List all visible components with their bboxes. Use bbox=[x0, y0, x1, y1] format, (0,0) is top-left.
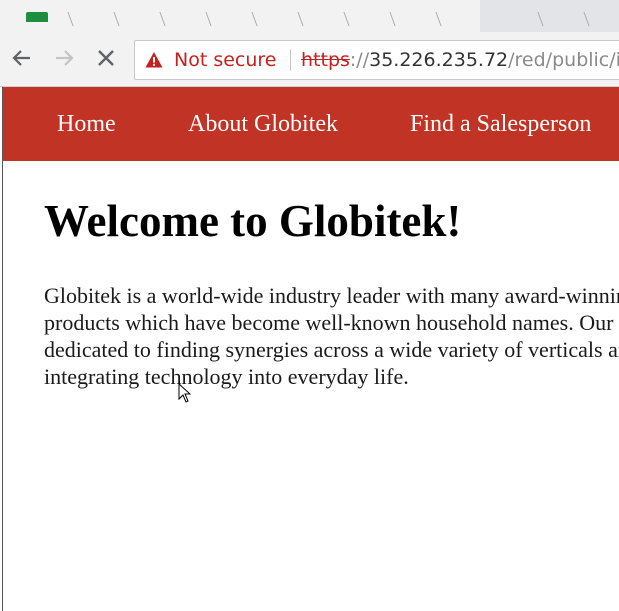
page-title: Welcome to Globitek! bbox=[44, 196, 462, 246]
tab-separator bbox=[537, 12, 544, 26]
url-scheme: https bbox=[301, 49, 350, 71]
site-navbar: Home About Globitek Find a Salesperson bbox=[3, 87, 619, 161]
warning-icon bbox=[145, 52, 163, 68]
tab-strip bbox=[0, 0, 619, 32]
forward-arrow-icon bbox=[56, 50, 74, 66]
forward-button[interactable] bbox=[48, 42, 80, 74]
active-tab[interactable] bbox=[0, 0, 480, 32]
browser-toolbar: Not secure https://35.226.235.72/red/pub… bbox=[0, 32, 619, 87]
address-bar[interactable]: Not secure https://35.226.235.72/red/pub… bbox=[134, 40, 619, 80]
url-separator: :// bbox=[349, 49, 370, 71]
security-indicator[interactable]: Not secure bbox=[174, 49, 277, 71]
url-path: /red/public/in bbox=[508, 49, 619, 71]
url-text[interactable]: https://35.226.235.72/red/public/in bbox=[301, 49, 619, 71]
favicon-icon bbox=[26, 12, 48, 22]
stop-loading-button[interactable] bbox=[90, 42, 122, 74]
nav-find-salesperson-link[interactable]: Find a Salesperson bbox=[410, 111, 591, 138]
back-arrow-icon bbox=[12, 50, 30, 66]
intro-paragraph: Globitek is a world-wide industry leader… bbox=[44, 283, 619, 389]
nav-about-link[interactable]: About Globitek bbox=[188, 111, 338, 138]
tab-separator bbox=[583, 12, 590, 26]
nav-home-link[interactable]: Home bbox=[57, 111, 116, 138]
close-icon bbox=[98, 50, 114, 66]
back-button[interactable] bbox=[6, 42, 38, 74]
mouse-cursor-icon bbox=[178, 383, 192, 403]
page-viewport: Home About Globitek Find a Salesperson W… bbox=[2, 87, 619, 611]
url-host: 35.226.235.72 bbox=[369, 49, 509, 71]
omnibox-divider bbox=[290, 49, 291, 71]
